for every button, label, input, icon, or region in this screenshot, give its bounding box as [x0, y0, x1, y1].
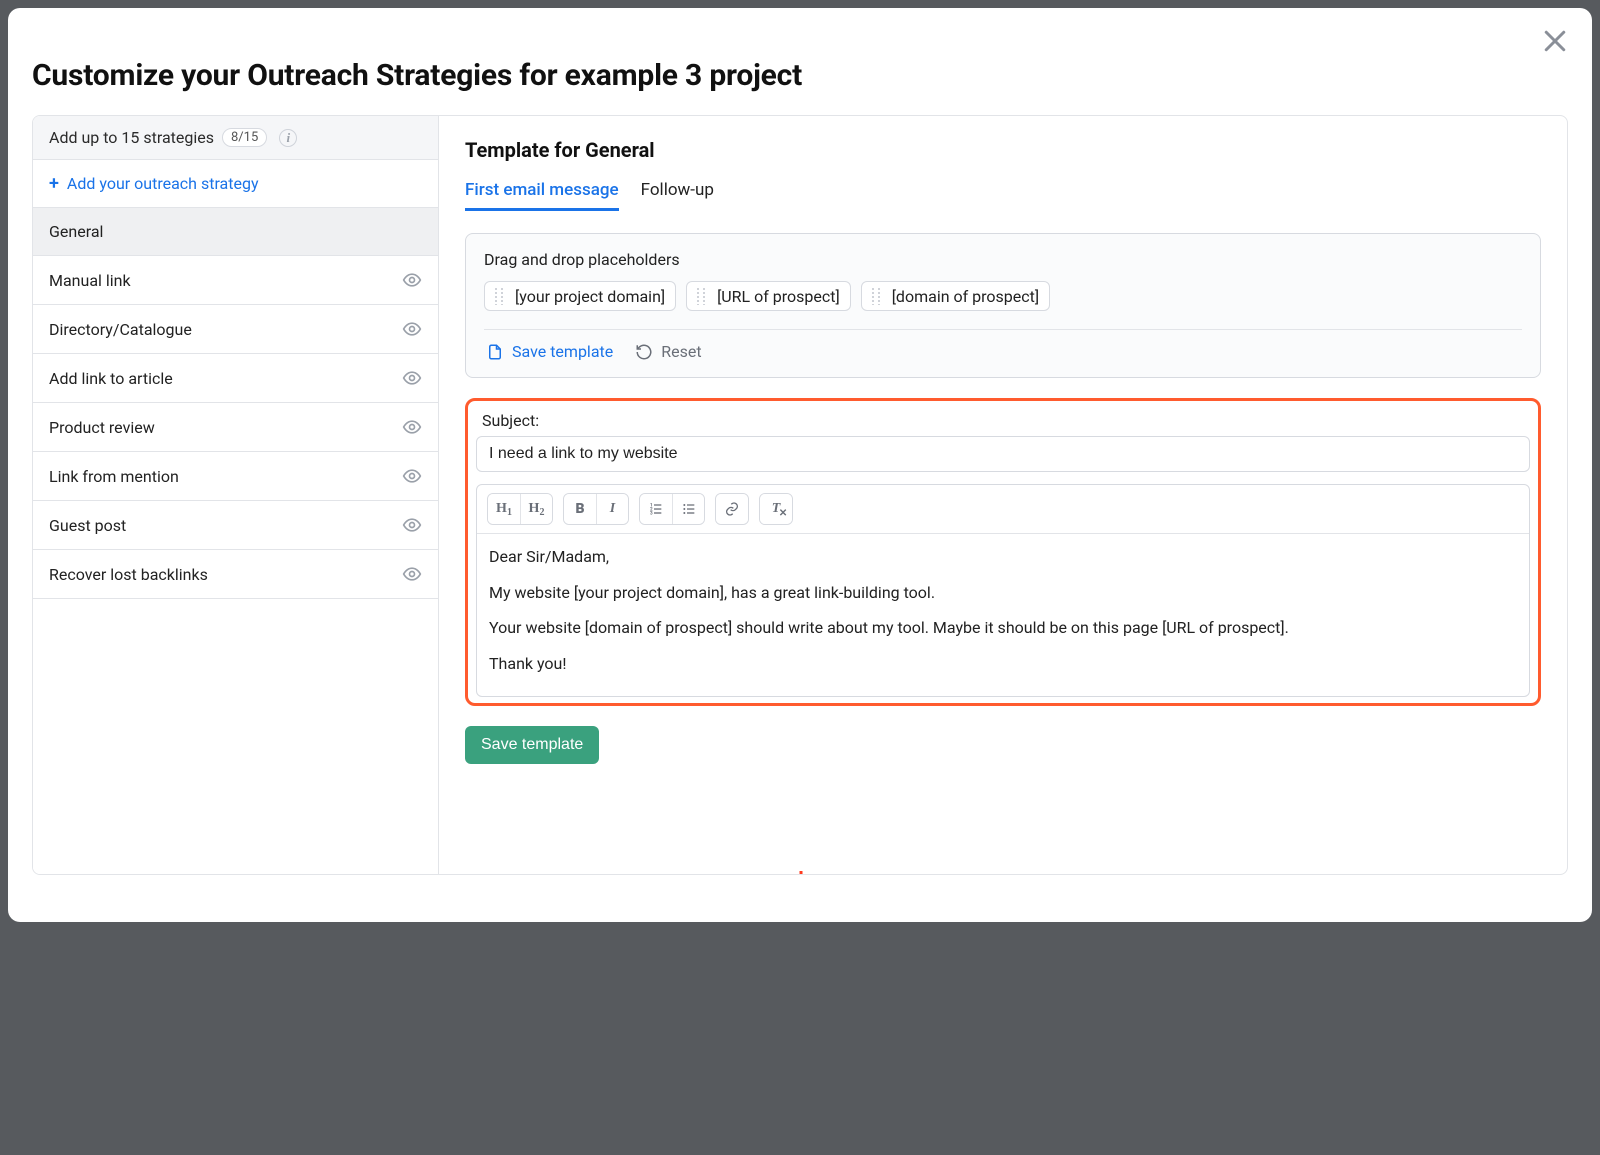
rte-paragraph: Your website [domain of prospect] should… [489, 617, 1517, 639]
sidebar-item-strategy[interactable]: Manual link [33, 256, 438, 305]
rte-toolbar: H1 H2 B I 123 [477, 485, 1529, 534]
sidebar-item-strategy[interactable]: Recover lost backlinks [33, 550, 438, 599]
strategy-label: Recover lost backlinks [49, 565, 208, 584]
tab-first-email[interactable]: First email message [465, 180, 619, 211]
subject-input[interactable] [476, 436, 1530, 472]
link-button[interactable] [716, 494, 748, 524]
customize-outreach-modal: Customize your Outreach Strategies for e… [8, 8, 1592, 922]
sidebar-header: Add up to 15 strategies 8/15 i [33, 116, 438, 160]
placeholder-chip[interactable]: [URL of prospect] [686, 281, 851, 311]
italic-button[interactable]: I [596, 494, 628, 524]
placeholder-chip[interactable]: [your project domain] [484, 281, 676, 311]
sidebar-item-strategy[interactable]: Guest post [33, 501, 438, 550]
placeholder-box: Drag and drop placeholders [your project… [465, 233, 1541, 378]
strategy-label: Add link to article [49, 369, 173, 388]
sidebar-header-label: Add up to 15 strategies [49, 128, 214, 147]
drag-grip-icon [491, 286, 507, 306]
unordered-list-button[interactable] [672, 494, 704, 524]
placeholder-chips-row: [your project domain] [URL of prospect] [d… [484, 281, 1522, 330]
rte-paragraph: My website [your project domain], has a … [489, 582, 1517, 604]
strategy-count-pill: 8/15 [222, 128, 267, 147]
sidebar-item-strategy[interactable]: Link from mention [33, 452, 438, 501]
strategy-list: General Manual link Directory/Catalogue Add… [33, 208, 438, 599]
eye-icon[interactable] [402, 270, 422, 290]
rte-paragraph: Thank you! [489, 653, 1517, 675]
sidebar-item-strategy[interactable]: Add link to article [33, 354, 438, 403]
tab-followup[interactable]: Follow-up [641, 180, 714, 211]
close-icon[interactable] [1540, 26, 1570, 56]
eye-icon[interactable] [402, 368, 422, 388]
ordered-list-button[interactable]: 123 [640, 494, 672, 524]
strategy-label: Manual link [49, 271, 131, 290]
sidebar-item-strategy[interactable]: Product review [33, 403, 438, 452]
strategy-label: Guest post [49, 516, 126, 535]
sidebar-item-strategy[interactable]: Directory/Catalogue [33, 305, 438, 354]
rte-body[interactable]: Dear Sir/Madam, My website [your project … [477, 534, 1529, 696]
file-icon [486, 343, 504, 361]
rich-text-editor: H1 H2 B I 123 [476, 484, 1530, 697]
drag-grip-icon [693, 286, 709, 306]
sidebar-item-strategy[interactable]: General [33, 208, 438, 256]
email-tabs: First email message Follow-up [465, 180, 1541, 211]
strategy-label: General [49, 222, 103, 241]
reset-link-label: Reset [661, 342, 701, 361]
eye-icon[interactable] [402, 319, 422, 339]
template-title: Template for General [465, 138, 1541, 162]
main-panel: Add up to 15 strategies 8/15 i + Add you… [32, 115, 1568, 875]
reset-icon [635, 343, 653, 361]
editor-highlight: Subject: H1 H2 B I [465, 398, 1541, 706]
save-template-button[interactable]: Save template [465, 726, 599, 764]
save-template-link-label: Save template [512, 342, 613, 361]
placeholder-chip-label: [URL of prospect] [717, 287, 840, 306]
eye-icon[interactable] [402, 515, 422, 535]
template-editor: Template for General First email message… [439, 116, 1567, 874]
annotation-arrow [791, 866, 936, 875]
placeholder-chip[interactable]: [domain of prospect] [861, 281, 1050, 311]
strategy-label: Directory/Catalogue [49, 320, 192, 339]
heading1-button[interactable]: H1 [488, 494, 520, 524]
plus-icon: + [49, 175, 59, 193]
strategies-sidebar: Add up to 15 strategies 8/15 i + Add you… [33, 116, 439, 874]
bold-button[interactable]: B [564, 494, 596, 524]
rte-paragraph: Dear Sir/Madam, [489, 546, 1517, 568]
save-template-link[interactable]: Save template [486, 342, 613, 361]
page-title: Customize your Outreach Strategies for e… [32, 58, 1568, 93]
info-icon[interactable]: i [279, 129, 297, 147]
add-strategy-label: Add your outreach strategy [67, 174, 259, 193]
eye-icon[interactable] [402, 564, 422, 584]
placeholder-chip-label: [your project domain] [515, 287, 665, 306]
svg-text:3: 3 [650, 510, 653, 516]
drag-grip-icon [868, 286, 884, 306]
reset-link[interactable]: Reset [635, 342, 701, 361]
strategy-label: Product review [49, 418, 155, 437]
clear-format-button[interactable]: T✕ [760, 494, 792, 524]
strategy-label: Link from mention [49, 467, 179, 486]
heading2-button[interactable]: H2 [520, 494, 552, 524]
eye-icon[interactable] [402, 466, 422, 486]
subject-label: Subject: [482, 411, 1530, 430]
placeholder-title: Drag and drop placeholders [484, 250, 1522, 269]
eye-icon[interactable] [402, 417, 422, 437]
placeholder-chip-label: [domain of prospect] [892, 287, 1039, 306]
add-strategy-button[interactable]: + Add your outreach strategy [33, 160, 438, 208]
